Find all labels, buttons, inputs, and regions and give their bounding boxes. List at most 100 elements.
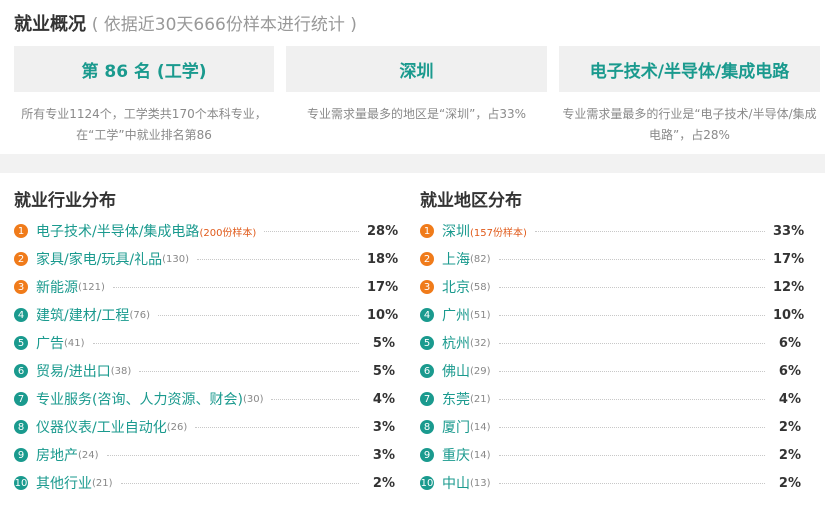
sample-count: (24) [78, 449, 99, 461]
dotted-leader [92, 342, 359, 344]
region-row[interactable]: 2 上海 (82) 17% [420, 248, 804, 270]
percentage: 28% [367, 223, 399, 239]
sample-count: (26) [166, 421, 188, 433]
region-row[interactable]: 9 重庆 (14) 2% [420, 444, 801, 466]
dotted-leader [498, 454, 765, 456]
overview-subtitle: ( 依据近30天666份样本进行统计 ) [91, 15, 357, 35]
region-row[interactable]: 1 深圳 (157份样本) 33% [420, 220, 804, 242]
rank-badge: 4 [420, 308, 434, 322]
rank-badge: 10 [14, 476, 28, 490]
dotted-leader [498, 426, 765, 428]
industry-row[interactable]: 10 其他行业 (21) 2% [14, 472, 395, 494]
region-name-link[interactable]: 杭州 [442, 333, 470, 353]
industry-row[interactable]: 1 电子技术/半导体/集成电路 (200份样本) 28% [14, 220, 399, 242]
overview-title: 就业概况 ( 依据近30天666份样本进行统计 ) [14, 10, 357, 36]
industry-name-link[interactable]: 仪器仪表/工业自动化 [36, 417, 167, 437]
industry-row[interactable]: 9 房地产 (24) 3% [14, 444, 395, 466]
industry-name-link[interactable]: 新能源 [36, 277, 78, 297]
overview-title-text: 就业概况 [14, 14, 86, 35]
industry-title: 就业行业分布 [14, 191, 116, 211]
top-region-desc: 专业需求量最多的地区是“深圳”，占33% [306, 107, 527, 121]
region-name-link[interactable]: 北京 [442, 277, 470, 297]
industry-name-link[interactable]: 贸易/进出口 [36, 361, 111, 381]
percentage: 6% [778, 363, 801, 379]
rank-badge: 2 [14, 252, 28, 266]
region-name-link[interactable]: 中山 [442, 473, 470, 493]
sample-count: (157份样本) [470, 227, 527, 239]
sample-count: (29) [470, 365, 491, 377]
dotted-leader [106, 454, 359, 456]
dotted-leader [157, 314, 359, 316]
rank-badge: 8 [14, 420, 28, 434]
rank-badge: 5 [420, 336, 434, 350]
region-row[interactable]: 3 北京 (58) 12% [420, 276, 805, 298]
dotted-leader [534, 230, 765, 232]
industry-name-link[interactable]: 专业服务(咨询、人力资源、财会) [36, 389, 243, 409]
region-title: 就业地区分布 [420, 191, 522, 211]
sample-count: (14) [470, 449, 491, 461]
rank-badge: 5 [14, 336, 28, 350]
rank-badge: 9 [14, 448, 28, 462]
sample-count: (130) [162, 253, 190, 265]
percentage: 2% [372, 475, 395, 491]
sample-count: (51) [470, 309, 491, 321]
region-name-link[interactable]: 厦门 [442, 417, 470, 437]
percentage: 5% [372, 335, 395, 351]
rank-badge: 1 [420, 224, 434, 238]
rank-badge: 7 [14, 392, 28, 406]
top-region-value: 深圳 [286, 46, 547, 92]
region-name-link[interactable]: 上海 [442, 249, 470, 269]
sample-count: (14) [470, 421, 491, 433]
industry-section: 就业行业分布 1 电子技术/半导体/集成电路 (200份样本) 28% 2 家具/家电/玩… [14, 186, 398, 492]
dotted-leader [197, 258, 359, 260]
region-row[interactable]: 5 杭州 (32) 6% [420, 332, 801, 354]
region-row[interactable]: 6 佛山 (29) 6% [420, 360, 801, 382]
sample-count: (121) [78, 281, 105, 293]
sample-count: (21) [92, 477, 113, 489]
industry-row[interactable]: 5 广告 (41) 5% [14, 332, 395, 354]
region-name-link[interactable]: 广州 [442, 305, 470, 325]
percentage: 12% [773, 279, 805, 295]
sample-count: (38) [110, 365, 132, 377]
section-divider [0, 154, 825, 173]
dotted-leader [120, 482, 359, 484]
ranking-card: 第 86 名 (工学) 所有专业1124个，工学类共170个本科专业，在“工学”… [14, 46, 274, 146]
rank-badge: 7 [420, 392, 434, 406]
region-name-link[interactable]: 重庆 [442, 445, 470, 465]
industry-name-link[interactable]: 广告 [36, 333, 64, 353]
percentage: 2% [778, 475, 801, 491]
industry-name-link[interactable]: 家具/家电/玩具/礼品 [36, 249, 162, 269]
industry-row[interactable]: 2 家具/家电/玩具/礼品 (130) 18% [14, 248, 398, 270]
region-row[interactable]: 4 广州 (51) 10% [420, 304, 804, 326]
sample-count: (200份样本) [199, 227, 257, 239]
region-row[interactable]: 8 厦门 (14) 2% [420, 416, 801, 438]
industry-row[interactable]: 6 贸易/进出口 (38) 5% [14, 360, 395, 382]
region-name-link[interactable]: 深圳 [442, 221, 470, 241]
region-section: 就业地区分布 1 深圳 (157份样本) 33% 2 上海 (82) 17% 3 北京 (58) 12… [420, 186, 804, 492]
sample-count: (41) [64, 337, 85, 349]
industry-name-link[interactable]: 电子技术/半导体/集成电路 [36, 221, 199, 241]
industry-row[interactable]: 4 建筑/建材/工程 (76) 10% [14, 304, 399, 326]
percentage: 10% [367, 307, 399, 323]
sample-count: (21) [470, 393, 491, 405]
top-industry-desc: 专业需求量最多的行业是“电子技术/半导体/集成电路”，占28% [562, 107, 817, 142]
industry-row[interactable]: 8 仪器仪表/工业自动化 (26) 3% [14, 416, 395, 438]
industry-name-link[interactable]: 房地产 [36, 445, 78, 465]
rank-badge: 3 [420, 280, 434, 294]
region-row[interactable]: 10 中山 (13) 2% [420, 472, 801, 494]
overview-section: 就业概况 ( 依据近30天666份样本进行统计 ) 第 86 名 (工学) 所有… [0, 0, 825, 150]
industry-name-link[interactable]: 其他行业 [36, 473, 92, 493]
rank-badge: 1 [14, 224, 28, 238]
percentage: 17% [367, 279, 399, 295]
rank-badge: 8 [420, 420, 434, 434]
region-row[interactable]: 7 东莞 (21) 4% [420, 388, 801, 410]
region-name-link[interactable]: 佛山 [442, 361, 470, 381]
top-industry-card: 电子技术/半导体/集成电路 专业需求量最多的行业是“电子技术/半导体/集成电路”… [559, 46, 820, 146]
industry-row[interactable]: 7 专业服务(咨询、人力资源、财会) (30) 4% [14, 388, 395, 410]
rank-badge: 6 [14, 364, 28, 378]
dotted-leader [498, 342, 765, 344]
region-name-link[interactable]: 东莞 [442, 389, 470, 409]
industry-row[interactable]: 3 新能源 (121) 17% [14, 276, 399, 298]
dotted-leader [195, 426, 359, 428]
industry-name-link[interactable]: 建筑/建材/工程 [36, 305, 129, 325]
